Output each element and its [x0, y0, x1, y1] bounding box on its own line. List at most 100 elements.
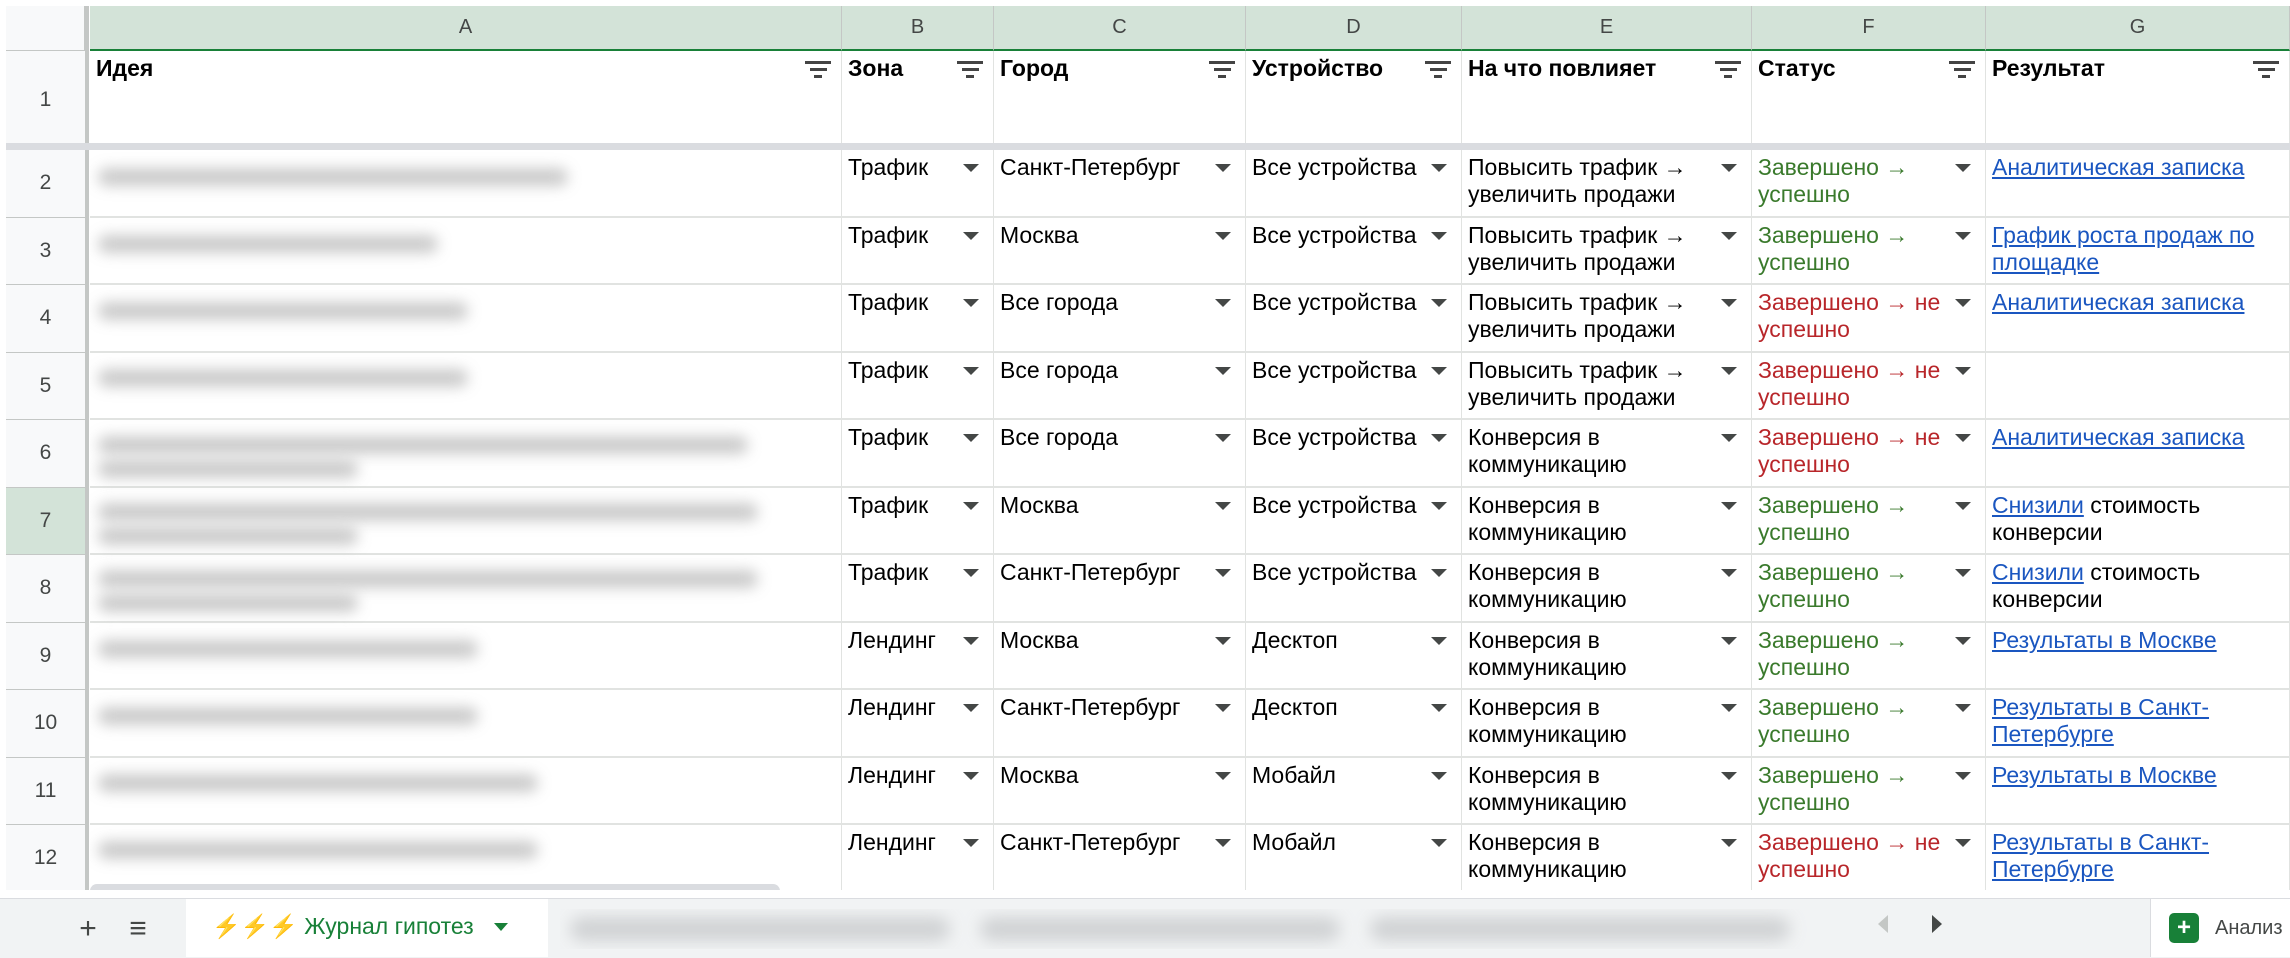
dropdown-arrow-icon[interactable]: [1431, 636, 1447, 645]
zone-cell[interactable]: Трафик: [842, 420, 994, 488]
dropdown-arrow-icon[interactable]: [1955, 501, 1971, 510]
impact-cell[interactable]: Конверсия в коммуникацию: [1462, 825, 1752, 890]
header-cell-status[interactable]: Статус: [1752, 51, 1986, 143]
sheet-tab-hypothesis-log[interactable]: ⚡⚡⚡ Журнал гипотез: [186, 899, 548, 957]
device-cell[interactable]: Все устройства: [1246, 420, 1462, 488]
dropdown-arrow-icon[interactable]: [1215, 366, 1231, 375]
device-cell[interactable]: Все устройства: [1246, 352, 1462, 420]
row-number-1[interactable]: 1: [6, 51, 89, 150]
dropdown-arrow-icon[interactable]: [1955, 569, 1971, 577]
dropdown-arrow-icon[interactable]: [1431, 704, 1447, 712]
frozen-row-divider[interactable]: [6, 143, 2290, 150]
row-number-8[interactable]: 8: [6, 555, 89, 623]
impact-cell[interactable]: Повысить трафик → увеличить продажи: [1462, 352, 1752, 420]
result-link[interactable]: Результаты в Москве: [1992, 627, 2217, 653]
dropdown-arrow-icon[interactable]: [963, 366, 979, 375]
result-cell[interactable]: Снизили стоимость конверсии: [1986, 487, 2290, 555]
dropdown-arrow-icon[interactable]: [963, 704, 979, 712]
dropdown-arrow-icon[interactable]: [1215, 231, 1231, 240]
filter-icon[interactable]: [1209, 61, 1235, 81]
dropdown-arrow-icon[interactable]: [1431, 366, 1447, 375]
result-cell[interactable]: Результаты в Санкт-Петербурге: [1986, 825, 2290, 890]
all-sheets-button[interactable]: ≡: [118, 909, 158, 949]
header-cell-city[interactable]: Город: [994, 51, 1246, 143]
dropdown-arrow-icon[interactable]: [1721, 839, 1737, 847]
dropdown-arrow-icon[interactable]: [963, 299, 979, 307]
dropdown-arrow-icon[interactable]: [1721, 704, 1737, 712]
device-cell[interactable]: Десктоп: [1246, 622, 1462, 690]
status-cell[interactable]: Завершено → успешно: [1752, 690, 1986, 758]
filter-icon[interactable]: [2253, 61, 2279, 81]
dropdown-arrow-icon[interactable]: [1955, 231, 1971, 240]
scroll-tabs-left-icon[interactable]: [1878, 915, 1888, 933]
dropdown-arrow-icon[interactable]: [1215, 569, 1231, 577]
row-number-5[interactable]: 5: [6, 352, 89, 420]
impact-cell[interactable]: Повысить трафик → увеличить продажи: [1462, 150, 1752, 218]
zone-cell[interactable]: Трафик: [842, 217, 994, 285]
dropdown-arrow-icon[interactable]: [1721, 299, 1737, 307]
dropdown-arrow-icon[interactable]: [1215, 704, 1231, 712]
result-cell[interactable]: Снизили стоимость конверсии: [1986, 555, 2290, 623]
city-cell[interactable]: Все города: [994, 420, 1246, 488]
dropdown-arrow-icon[interactable]: [1215, 501, 1231, 510]
result-cell[interactable]: Аналитическая записка: [1986, 285, 2290, 353]
dropdown-arrow-icon[interactable]: [1215, 434, 1231, 442]
dropdown-arrow-icon[interactable]: [963, 164, 979, 172]
status-cell[interactable]: Завершено → не успешно: [1752, 420, 1986, 488]
explore-button[interactable]: + Анализ: [2150, 899, 2290, 957]
city-cell[interactable]: Москва: [994, 757, 1246, 825]
chevron-down-icon[interactable]: [493, 922, 508, 931]
dropdown-arrow-icon[interactable]: [1431, 839, 1447, 847]
result-link[interactable]: Результаты в Москве: [1992, 762, 2217, 788]
dropdown-arrow-icon[interactable]: [1215, 299, 1231, 307]
row-number-11[interactable]: 11: [6, 757, 89, 825]
result-link[interactable]: Результаты в Санкт-Петербурге: [1992, 694, 2209, 747]
zone-cell[interactable]: Лендинг: [842, 622, 994, 690]
dropdown-arrow-icon[interactable]: [1431, 771, 1447, 780]
device-cell[interactable]: Все устройства: [1246, 150, 1462, 218]
dropdown-arrow-icon[interactable]: [963, 569, 979, 577]
dropdown-arrow-icon[interactable]: [1431, 501, 1447, 510]
city-cell[interactable]: Москва: [994, 622, 1246, 690]
status-cell[interactable]: Завершено → успешно: [1752, 622, 1986, 690]
dropdown-arrow-icon[interactable]: [1721, 569, 1737, 577]
select-all-corner[interactable]: [6, 6, 89, 51]
dropdown-arrow-icon[interactable]: [1431, 569, 1447, 577]
city-cell[interactable]: Москва: [994, 217, 1246, 285]
dropdown-arrow-icon[interactable]: [1721, 501, 1737, 510]
device-cell[interactable]: Все устройства: [1246, 285, 1462, 353]
dropdown-arrow-icon[interactable]: [963, 501, 979, 510]
status-cell[interactable]: Завершено → не успешно: [1752, 825, 1986, 890]
dropdown-arrow-icon[interactable]: [1215, 636, 1231, 645]
zone-cell[interactable]: Лендинг: [842, 757, 994, 825]
dropdown-arrow-icon[interactable]: [1955, 636, 1971, 645]
dropdown-arrow-icon[interactable]: [1955, 704, 1971, 712]
result-cell[interactable]: Результаты в Санкт-Петербурге: [1986, 690, 2290, 758]
row-number-9[interactable]: 9: [6, 622, 89, 690]
dropdown-arrow-icon[interactable]: [1431, 434, 1447, 442]
dropdown-arrow-icon[interactable]: [1721, 164, 1737, 172]
header-cell-idea[interactable]: Идея: [90, 51, 842, 143]
result-cell[interactable]: Результаты в Москве: [1986, 622, 2290, 690]
dropdown-arrow-icon[interactable]: [1955, 434, 1971, 442]
dropdown-arrow-icon[interactable]: [1721, 771, 1737, 780]
dropdown-arrow-icon[interactable]: [1431, 231, 1447, 240]
column-header-c[interactable]: C: [994, 6, 1246, 51]
impact-cell[interactable]: Конверсия в коммуникацию: [1462, 690, 1752, 758]
city-cell[interactable]: Все города: [994, 352, 1246, 420]
dropdown-arrow-icon[interactable]: [963, 636, 979, 645]
dropdown-arrow-icon[interactable]: [1215, 839, 1231, 847]
result-link[interactable]: Аналитическая записка: [1992, 154, 2244, 180]
result-cell[interactable]: Аналитическая записка: [1986, 150, 2290, 218]
city-cell[interactable]: Все города: [994, 285, 1246, 353]
status-cell[interactable]: Завершено → не успешно: [1752, 352, 1986, 420]
filter-icon[interactable]: [805, 61, 831, 81]
zone-cell[interactable]: Трафик: [842, 487, 994, 555]
header-cell-device[interactable]: Устройство: [1246, 51, 1462, 143]
column-header-e[interactable]: E: [1462, 6, 1752, 51]
dropdown-arrow-icon[interactable]: [1215, 164, 1231, 172]
dropdown-arrow-icon[interactable]: [1955, 771, 1971, 780]
result-cell[interactable]: Результаты в Москве: [1986, 757, 2290, 825]
zone-cell[interactable]: Трафик: [842, 150, 994, 218]
status-cell[interactable]: Завершено → успешно: [1752, 150, 1986, 218]
